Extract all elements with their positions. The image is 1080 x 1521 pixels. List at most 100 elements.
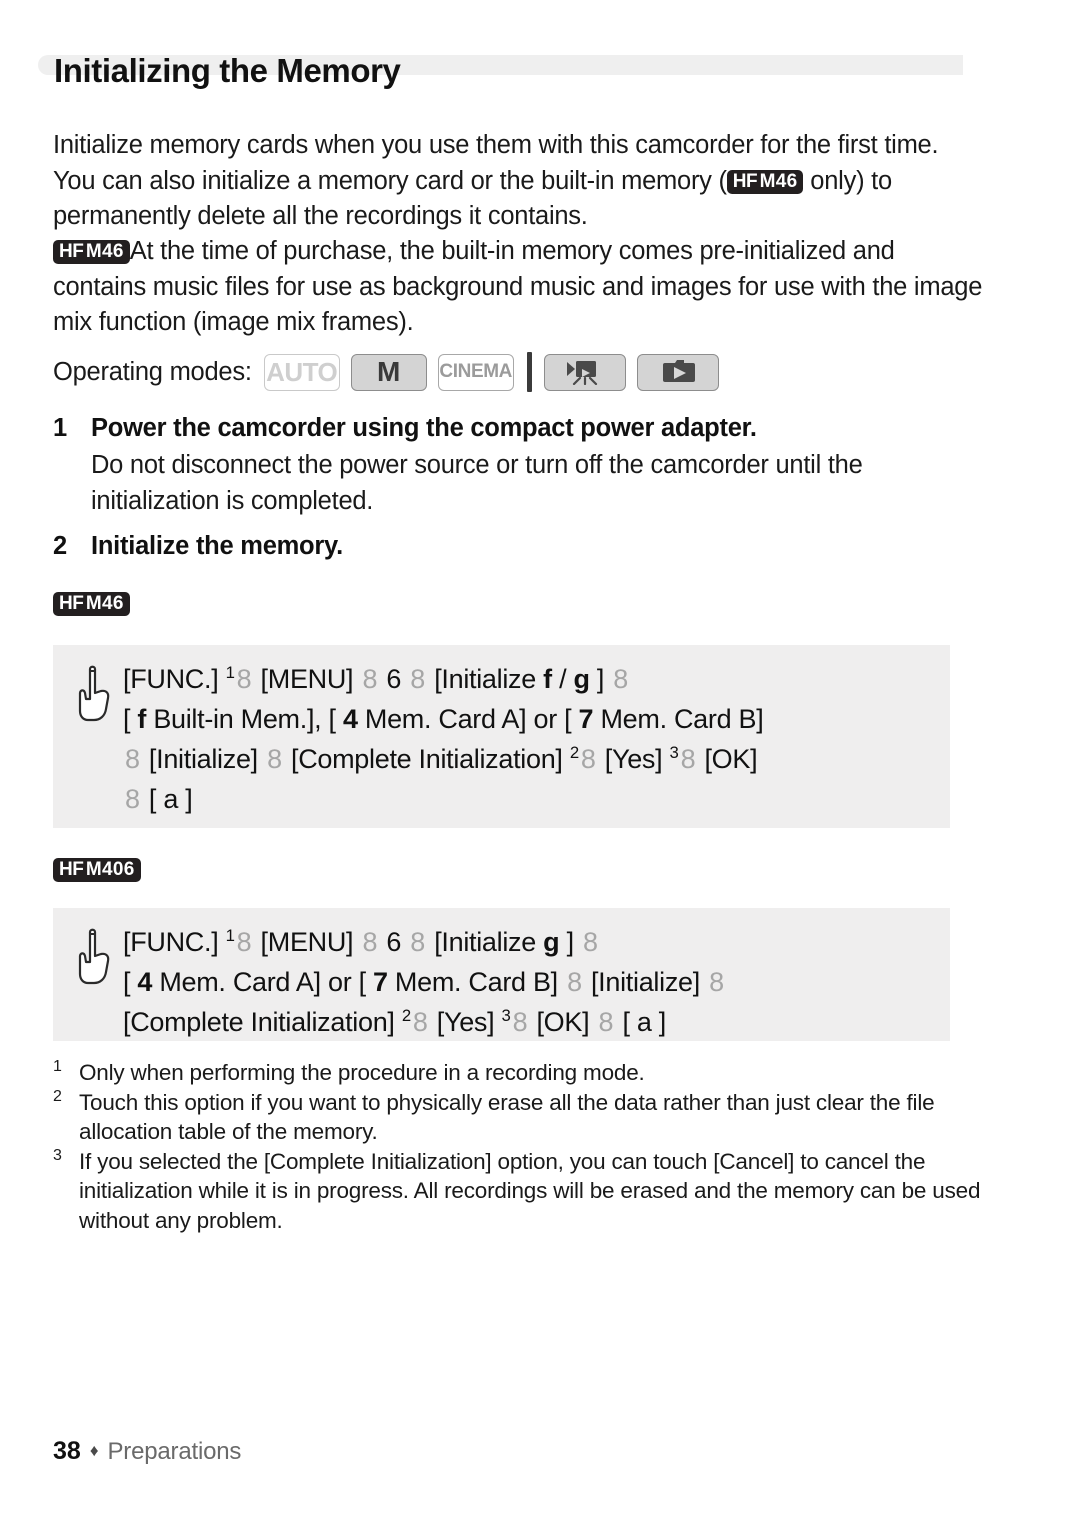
model-badge-number: M46 (759, 170, 798, 192)
procedure-2-badge-number: M406 (85, 859, 135, 880)
mode-chip-manual: M (350, 353, 427, 391)
footer-section-name: Preparations (107, 1438, 242, 1465)
page-title-area: Initializing the Memory (0, 52, 1080, 112)
mode-chip-cinema-label: CINEMA (439, 361, 512, 382)
photo-playback-icon (659, 359, 697, 385)
procedure-text: [Initialize (434, 927, 536, 957)
symbol-glyph: 4 (342, 704, 358, 734)
procedure-2-lines-line-1: [FUNC.] 18 [MENU] 8 6 8 [Initialize g ] … (123, 922, 726, 962)
page-footer: 38 ♦ Preparations (53, 1437, 241, 1466)
step-1-heading-text: Power the camcorder using the compact po… (91, 414, 757, 442)
arrow-glyph: 8 (582, 927, 598, 957)
procedure-1-lines-line-3: 8 [Initialize] 8 [Complete Initializatio… (123, 739, 763, 779)
footer-diamond-icon: ♦ (89, 1441, 99, 1460)
procedure-1-lines-line-2: [ f Built-in Mem.], [ 4 Mem. Card A] or … (123, 699, 764, 739)
arrow-glyph: 8 (236, 664, 252, 694)
intro-text-2: At the time of purchase, the built-in me… (53, 237, 983, 336)
footnote-3-mark: 3 (53, 1146, 62, 1164)
model-badge-prefix: HF (59, 241, 84, 262)
procedure-text: ] (596, 664, 605, 694)
procedure-text: ] (185, 784, 193, 814)
arrow-glyph: 8 (512, 1007, 528, 1037)
step-2: 2 Initialize the memory. (53, 532, 993, 561)
procedure-text: [Complete Initialization] (123, 1007, 395, 1037)
procedure-text: Mem. Card A] or [ (159, 967, 366, 997)
footnote-2-text: Touch this option if you want to physica… (79, 1089, 935, 1145)
procedure-1-badge-prefix: HF (59, 593, 84, 614)
procedure-text: [Complete Initialization] (291, 744, 563, 774)
footnote-2: 2 Touch this option if you want to physi… (53, 1088, 1005, 1147)
mode-chip-manual-label: M (377, 356, 401, 387)
footnote-1-mark: 1 (53, 1058, 62, 1075)
mode-chip-movie-playback (543, 353, 626, 391)
step-1-heading: 1 Power the camcorder using the compact p… (53, 414, 993, 443)
procedure-1-lines-line-1: [FUNC.] 18 [MENU] 8 6 8 [Initialize f / … (123, 659, 763, 699)
intro-paragraph-1: Initialize memory cards when you use the… (53, 128, 983, 235)
footnote-1: 1 Only when performing the procedure in … (53, 1058, 1005, 1088)
procedure-text: Mem. Card A] or [ (364, 704, 572, 734)
arrow-glyph: 8 (613, 664, 629, 694)
arrow-glyph: 8 (580, 744, 596, 774)
arrow-glyph: 8 (236, 927, 252, 957)
procedure-text: [FUNC.] (123, 927, 219, 957)
arrow-glyph: 8 (598, 1007, 614, 1037)
mode-chip-auto-label: AUTO (266, 356, 338, 387)
model-badge-number: M46 (85, 241, 124, 262)
procedure-2-lines-line-3: [Complete Initialization] 28 [Yes] 38 [O… (123, 1002, 726, 1042)
arrow-glyph: 8 (125, 744, 140, 774)
procedure-text: [Initialize] (590, 967, 700, 997)
symbol-glyph: 4 (137, 967, 153, 997)
footnote-ref: 2 (569, 743, 579, 762)
page-title: Initializing the Memory (54, 52, 401, 89)
step-1-number: 1 (53, 414, 67, 442)
footnote-ref: 3 (501, 1006, 511, 1025)
symbol-glyph: a (636, 1007, 652, 1037)
mode-chip-cinema: CINEMA (437, 353, 514, 391)
step-2-heading: 2 Initialize the memory. (53, 532, 993, 561)
symbol-glyph: 6 (386, 664, 402, 694)
symbol-glyph: f (543, 664, 552, 694)
model-badge-hfm46: HF M46 (726, 169, 804, 194)
procedure-text: [MENU] (260, 664, 354, 694)
arrow-glyph: 8 (412, 1007, 428, 1037)
arrow-glyph: 8 (680, 744, 696, 774)
operating-modes-label: Operating modes: (53, 357, 252, 386)
procedure-1-model-badge: HF M46 (53, 592, 130, 616)
procedure-2-lines: [FUNC.] 18 [MENU] 8 6 8 [Initialize g ] … (123, 922, 726, 1042)
mode-chip-photo-playback (636, 353, 719, 391)
procedure-text: [OK] (536, 1007, 590, 1037)
step-2-number: 2 (53, 532, 67, 560)
operating-modes-row: Operating modes: AUTO M CINEMA (53, 352, 730, 392)
model-badge-hfm46-2: HF M46 (53, 240, 130, 264)
symbol-glyph: f (137, 704, 147, 734)
procedure-text: [Yes] (604, 744, 663, 774)
procedure-box-1: [FUNC.] 18 [MENU] 8 6 8 [Initialize f / … (53, 645, 950, 828)
footnote-ref: 3 (669, 743, 679, 762)
procedure-text: [ (622, 1007, 630, 1037)
procedure-text: [Initialize (434, 664, 536, 694)
footnote-ref: 1 (225, 663, 235, 682)
manual-page: Initializing the Memory Initialize memor… (0, 0, 1080, 1521)
procedure-text: [Yes] (436, 1007, 495, 1037)
procedure-text: ] (658, 1007, 667, 1037)
